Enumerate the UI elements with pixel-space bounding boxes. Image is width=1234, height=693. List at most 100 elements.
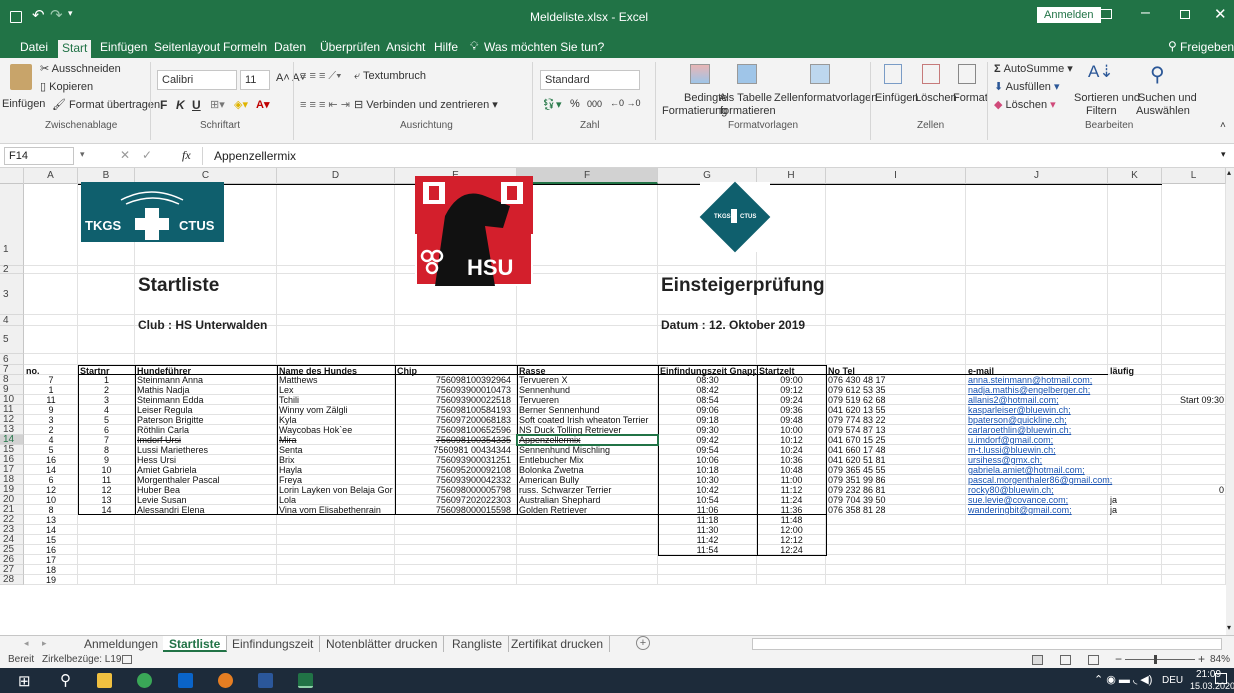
column-header-d[interactable]: D <box>277 168 395 184</box>
font-name-combo[interactable]: Calibri <box>157 70 237 90</box>
table-cell[interactable]: Lola <box>279 495 393 505</box>
table-cell[interactable]: 10:36 <box>759 455 824 465</box>
format-painter-button[interactable]: 🖌︎ Format übertragen <box>52 98 160 111</box>
ribbon-display-icon[interactable] <box>1100 9 1112 19</box>
autosum-button[interactable]: Σ AutoSumme ▾ <box>994 62 1073 75</box>
table-cell[interactable]: 15 <box>26 535 76 545</box>
zoom-slider[interactable] <box>1125 659 1195 660</box>
format-as-table-icon[interactable] <box>737 64 757 84</box>
table-cell[interactable]: 09:06 <box>660 405 755 415</box>
email-link[interactable]: gabriela.amiet@hotmail.com; <box>968 465 1123 475</box>
tab-start[interactable]: Start <box>58 40 92 58</box>
table-cell[interactable]: 14 <box>26 525 76 535</box>
sort-filter-button[interactable]: Sortieren und <box>1074 92 1140 104</box>
table-cell[interactable]: 756098100652596 <box>397 425 515 435</box>
scroll-down-icon[interactable]: ▾ <box>1227 623 1231 632</box>
row-header-1[interactable]: 1 <box>0 184 24 266</box>
table-cell[interactable]: 10 <box>26 495 76 505</box>
email-link[interactable]: ursihess@gmx.ch; <box>968 455 1123 465</box>
table-cell[interactable]: 18 <box>26 565 76 575</box>
underline-button[interactable]: U <box>192 98 201 112</box>
table-cell[interactable]: 0 <box>1164 485 1224 495</box>
table-cell[interactable]: 076 430 48 17 <box>828 375 964 385</box>
table-cell[interactable]: 11:06 <box>660 505 755 515</box>
excel-icon[interactable] <box>298 673 313 688</box>
cut-button[interactable]: ✂ Ausschneiden <box>40 62 121 75</box>
table-cell[interactable]: 1 <box>80 375 133 385</box>
table-cell[interactable]: 3 <box>80 395 133 405</box>
tell-me-input[interactable]: Was möchten Sie tun? <box>484 40 604 54</box>
table-cell[interactable]: Winny vom Zälgli <box>279 405 393 415</box>
zoom-level[interactable]: 84% <box>1210 654 1230 665</box>
table-cell[interactable]: 041 620 51 81 <box>828 455 964 465</box>
save-icon[interactable] <box>10 11 22 23</box>
table-cell[interactable]: Sennenhund Mischling <box>519 445 656 455</box>
table-cell[interactable]: Huber Bea <box>137 485 275 495</box>
table-cell[interactable]: Matthews <box>279 375 393 385</box>
table-cell[interactable]: 11:12 <box>759 485 824 495</box>
normal-view-icon[interactable] <box>1032 655 1043 665</box>
table-cell[interactable]: 12 <box>80 485 133 495</box>
table-cell[interactable]: 4 <box>26 435 76 445</box>
share-icon[interactable]: ⚲ <box>1168 39 1177 53</box>
table-cell[interactable]: Tchili <box>279 395 393 405</box>
table-cell[interactable]: 079 232 86 81 <box>828 485 964 495</box>
expand-formula-icon[interactable]: ▾ <box>1221 149 1226 160</box>
table-cell[interactable]: Steinmann Anna <box>137 375 275 385</box>
table-cell[interactable]: 11 <box>80 475 133 485</box>
name-box-dropdown-icon[interactable]: ▾ <box>80 149 85 160</box>
word-icon[interactable] <box>258 673 273 688</box>
table-cell[interactable]: 08:54 <box>660 395 755 405</box>
table-cell[interactable]: Morgenthaler Pascal <box>137 475 275 485</box>
email-link[interactable]: allanis2@hotmail.com; <box>968 395 1123 405</box>
table-cell[interactable]: 2 <box>80 385 133 395</box>
tab-formeln[interactable]: Formeln <box>219 39 271 57</box>
tab-seitenlayout[interactable]: Seitenlayout <box>150 39 224 57</box>
row-header-28[interactable]: 28 <box>0 575 24 585</box>
table-cell[interactable]: 2 <box>26 425 76 435</box>
align-left-icon[interactable]: ≡ ≡ ≡ ⇤ ⇥ <box>300 98 350 111</box>
table-cell[interactable]: 19 <box>26 575 76 585</box>
table-cell[interactable]: Freya <box>279 475 393 485</box>
table-cell[interactable]: 11 <box>26 395 76 405</box>
windows-start-icon[interactable]: ⊞ <box>18 672 31 690</box>
sheet-tab-rangliste[interactable]: Rangliste <box>446 636 510 652</box>
table-cell[interactable]: 10:06 <box>660 455 755 465</box>
table-cell[interactable]: 10:00 <box>759 425 824 435</box>
column-header-k[interactable]: K <box>1108 168 1162 184</box>
table-cell[interactable]: Röthlin Carla <box>137 425 275 435</box>
table-cell[interactable]: Waycobas Hok`ee <box>279 425 393 435</box>
insert-cells-icon[interactable] <box>884 64 902 84</box>
table-cell[interactable]: American Bully <box>519 475 656 485</box>
table-cell[interactable]: 17 <box>26 555 76 565</box>
sort-filter-icon[interactable]: A⇣ <box>1088 62 1114 82</box>
table-cell[interactable]: Start 09:30 <box>1164 395 1224 405</box>
decimal-increase-icon[interactable]: ←0 →0 <box>610 98 641 108</box>
thousands-button[interactable]: 000 <box>587 99 602 109</box>
font-color-icon[interactable]: A▾ <box>256 98 269 111</box>
email-link[interactable]: pascal.morgenthaler86@gmail.com; <box>968 475 1123 485</box>
table-cell[interactable]: 756097200068183 <box>397 415 515 425</box>
table-cell[interactable]: 11:48 <box>759 515 824 525</box>
table-cell[interactable]: 756098100584193 <box>397 405 515 415</box>
table-cell[interactable]: 756093900022518 <box>397 395 515 405</box>
table-cell[interactable]: 08:30 <box>660 375 755 385</box>
table-cell[interactable]: 11:54 <box>660 545 755 555</box>
table-cell[interactable]: 079 774 83 22 <box>828 415 964 425</box>
zoom-in-icon[interactable]: + <box>1198 652 1205 666</box>
email-link[interactable]: rocky80@bluewin.ch; <box>968 485 1123 495</box>
table-cell[interactable]: 9 <box>80 455 133 465</box>
fill-color-icon[interactable]: ◈▾ <box>234 98 248 111</box>
table-cell[interactable]: 12 <box>26 485 76 495</box>
table-cell[interactable]: Amiet Gabriela <box>137 465 275 475</box>
email-link[interactable]: anna.steinmann@hotmail.com; <box>968 375 1123 385</box>
table-cell[interactable]: 041 670 15 25 <box>828 435 964 445</box>
table-cell[interactable]: 12:24 <box>759 545 824 555</box>
insert-cells-button[interactable]: Einfügen <box>875 92 918 104</box>
table-cell[interactable]: Kyla <box>279 415 393 425</box>
selected-cell-f14[interactable] <box>516 434 659 446</box>
search-icon[interactable]: ⚲ <box>60 671 71 689</box>
table-cell[interactable]: Mira <box>279 435 393 445</box>
table-cell[interactable]: 09:12 <box>759 385 824 395</box>
table-cell[interactable]: Soft coated Irish wheaton Terrier <box>519 415 656 425</box>
